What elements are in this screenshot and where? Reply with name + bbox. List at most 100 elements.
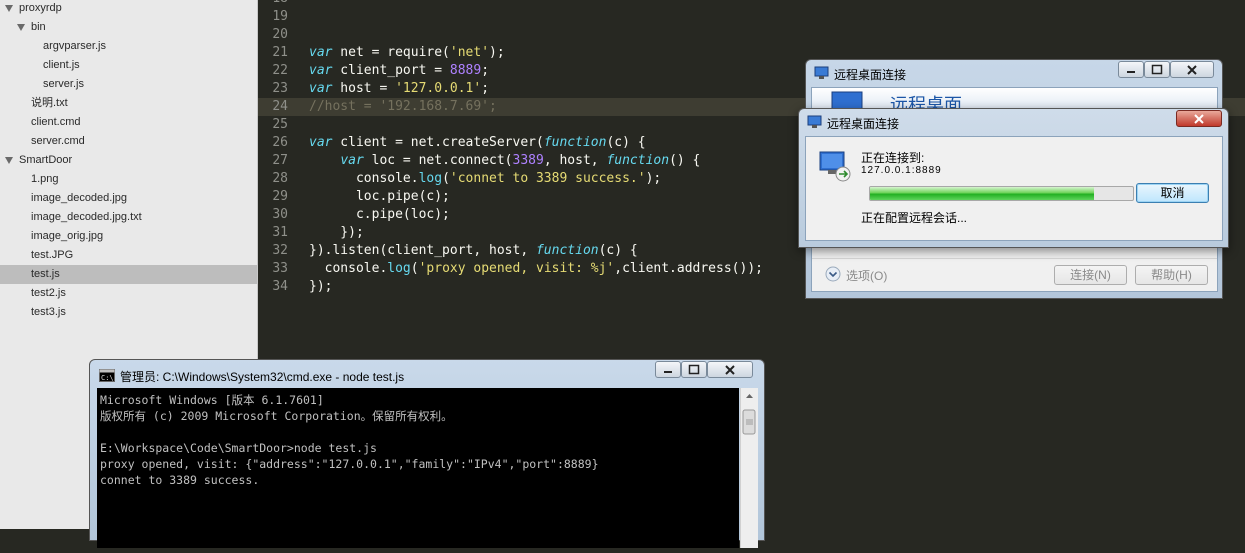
maximize-button[interactable] — [1144, 61, 1170, 78]
tree-item-label: test.JPG — [31, 249, 74, 261]
tree-file[interactable]: image_orig.jpg — [0, 227, 257, 246]
code-token: loc = net.connect( — [363, 153, 513, 168]
tree-item-label: client.cmd — [31, 116, 81, 128]
rdp-bottom-bar: 选项(O) 连接(N) 帮助(H) — [812, 258, 1217, 291]
tree-folder[interactable]: SmartDoor — [0, 151, 257, 170]
tree-item-label: 1.png — [31, 173, 59, 185]
code-text: }).listen(client_port, host, function(c)… — [309, 242, 638, 260]
tree-file[interactable]: 1.png — [0, 170, 257, 189]
rdp-banner: 远程桌面 — [812, 88, 1217, 110]
code-token: 'proxy opened, visit: %j' — [418, 261, 615, 276]
line-number: 29 — [272, 189, 288, 204]
code-token: ,client.address()); — [614, 261, 763, 276]
tree-file[interactable]: image_decoded.jpg.txt — [0, 208, 257, 227]
code-text: var host = '127.0.0.1'; — [309, 80, 489, 98]
code-text: loc.pipe(c); — [309, 188, 450, 206]
console-scrollbar[interactable] — [740, 388, 758, 548]
code-token: 'connet to 3389 success.' — [449, 171, 646, 186]
chevron-down-icon[interactable] — [5, 5, 13, 12]
code-text: console.log('connet to 3389 success.'); — [309, 170, 661, 188]
code-token: var — [309, 45, 333, 60]
line-number: 27 — [272, 153, 288, 168]
tree-file[interactable]: client.cmd — [0, 113, 257, 132]
console-output[interactable]: Microsoft Windows [版本 6.1.7601] 版权所有 (c) … — [97, 388, 739, 548]
tree-file[interactable]: test.JPG — [0, 246, 257, 265]
code-token: client_port = — [332, 63, 450, 78]
tree-file[interactable]: argvparser.js — [0, 37, 257, 56]
code-token: var — [340, 153, 364, 168]
chevron-down-icon — [825, 266, 841, 282]
code-text: }); — [309, 224, 364, 242]
close-button[interactable] — [1170, 61, 1214, 78]
tree-file[interactable]: 说明.txt — [0, 94, 257, 113]
line-number: 18 — [258, 0, 288, 8]
close-button[interactable] — [707, 361, 753, 378]
code-token: (c) { — [598, 243, 638, 258]
code-text: //host = '192.168.7.69'; — [309, 98, 497, 116]
code-token: function — [543, 135, 607, 150]
tree-file[interactable]: client.js — [0, 56, 257, 75]
maximize-button[interactable] — [681, 361, 707, 378]
line-number: 30 — [272, 207, 288, 222]
close-button[interactable] — [1176, 110, 1222, 127]
code-token: }).listen(client_port, host, — [309, 243, 536, 258]
code-token: 3389 — [512, 153, 544, 168]
tree-item-label: SmartDoor — [19, 154, 73, 166]
code-token: c.pipe(loc); — [309, 207, 450, 222]
code-text: c.pipe(loc); — [309, 206, 450, 224]
tree-item-label: server.cmd — [31, 135, 85, 147]
tree-file[interactable]: test2.js — [0, 284, 257, 303]
tree-file[interactable]: test.js — [0, 265, 257, 284]
cancel-button[interactable]: 取消 — [1136, 183, 1209, 203]
minimize-button[interactable] — [655, 361, 681, 378]
code-token: ( — [410, 261, 419, 276]
maximize-icon — [688, 364, 700, 375]
line-number: 33 — [272, 261, 288, 276]
rdp-front-body: 正在连接到: 127.0.0.1:8889 取消 正在配置远程会话... — [805, 136, 1223, 241]
help-button[interactable]: 帮助(H) — [1135, 265, 1208, 285]
close-icon — [1187, 65, 1197, 75]
connect-button[interactable]: 连接(N) — [1054, 265, 1127, 285]
tree-item-label: 说明.txt — [31, 97, 68, 109]
cmd-icon: C:\ — [99, 369, 115, 382]
tree-item-label: test.js — [31, 268, 60, 280]
tree-item-label: image_decoded.jpg.txt — [31, 211, 142, 223]
rdp-app-icon — [807, 115, 822, 128]
tree-folder[interactable]: bin — [0, 18, 257, 37]
line-number: 26 — [272, 135, 288, 150]
tree-file[interactable]: image_decoded.jpg — [0, 189, 257, 208]
code-token: var — [309, 81, 333, 96]
monitor-icon — [831, 91, 863, 110]
code-line[interactable]: 19 — [258, 8, 1245, 26]
minimize-button[interactable] — [1118, 61, 1144, 78]
line-number: 34 — [272, 279, 288, 294]
line-number: 28 — [272, 171, 288, 186]
code-token: console. — [309, 171, 419, 186]
line-number: 21 — [272, 45, 288, 60]
line-number: 32 — [272, 243, 288, 258]
line-number: 31 — [272, 225, 288, 240]
tree-folder[interactable]: proxyrdp — [0, 0, 257, 18]
tree-item-label: bin — [31, 21, 46, 33]
line-number: 24 — [272, 99, 288, 114]
code-text: var client = net.createServer(function(c… — [309, 134, 646, 152]
maximize-icon — [1151, 64, 1163, 75]
code-token: ); — [645, 171, 662, 186]
scroll-up-icon — [746, 394, 753, 398]
console-line: 版权所有 (c) 2009 Microsoft Corporation。保留所有… — [100, 409, 453, 423]
chevron-down-icon[interactable] — [17, 24, 25, 31]
code-line[interactable]: 18 — [258, 0, 1245, 8]
options-label[interactable]: 选项(O) — [846, 267, 887, 284]
tree-file[interactable]: server.cmd — [0, 132, 257, 151]
code-token: ; — [481, 81, 490, 96]
close-icon — [1194, 114, 1204, 124]
code-line[interactable]: 20 — [258, 26, 1245, 44]
code-token: '127.0.0.1' — [395, 81, 482, 96]
chevron-down-icon[interactable] — [5, 157, 13, 164]
options-toggle[interactable] — [824, 265, 844, 285]
tree-file[interactable]: server.js — [0, 75, 257, 94]
minimize-icon — [664, 371, 672, 373]
tree-file[interactable]: test3.js — [0, 303, 257, 322]
close-icon — [725, 365, 735, 375]
